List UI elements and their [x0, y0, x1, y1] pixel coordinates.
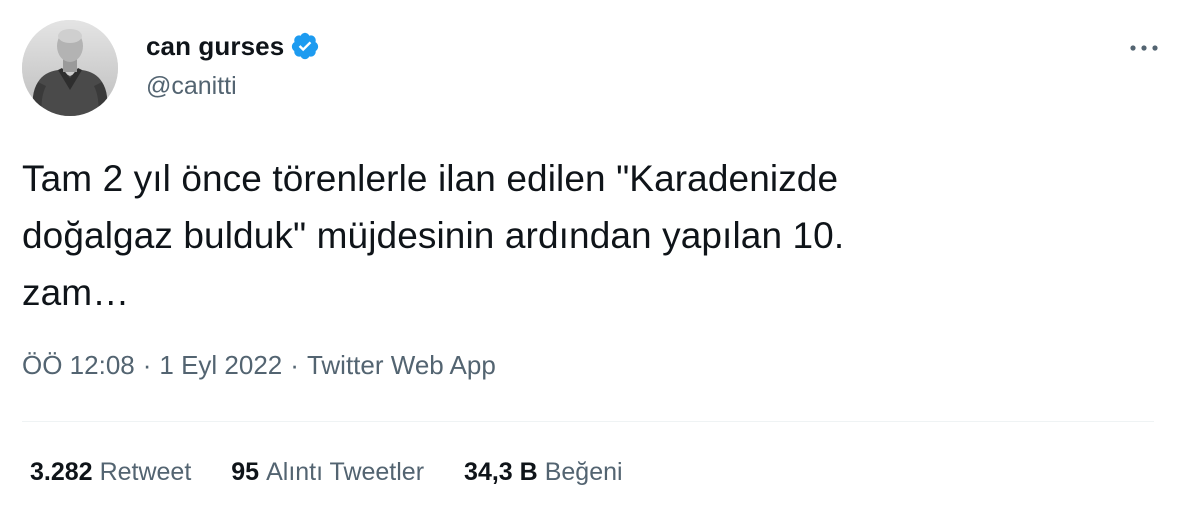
display-name-row: can gurses: [146, 26, 320, 66]
profile-photo-icon: [22, 20, 118, 116]
stat-likes[interactable]: 34,3 B Beğeni: [464, 458, 623, 487]
tweet-header: can gurses @canitti: [22, 20, 1164, 120]
stat-label: Alıntı Tweetler: [266, 458, 425, 486]
stat-count: 3.282: [30, 458, 93, 486]
divider: [22, 421, 1154, 422]
tweet-text-line: zam…: [22, 272, 130, 313]
stat-count: 95: [231, 458, 260, 486]
stat-label: Beğeni: [544, 458, 623, 486]
stat-retweets[interactable]: 3.282 Retweet: [30, 458, 191, 487]
more-horizontal-icon[interactable]: [1124, 34, 1164, 62]
tweet-card: can gurses @canitti Tam 2 yıl önce tören…: [0, 0, 1186, 524]
tweet-time[interactable]: ÖÖ 12:08: [22, 350, 135, 381]
tweet-text: Tam 2 yıl önce törenlerle ilan edilen "K…: [22, 150, 1122, 321]
tweet-date[interactable]: 1 Eyl 2022: [159, 350, 282, 381]
tweet-text-line: Tam 2 yıl önce törenlerle ilan edilen "K…: [22, 158, 839, 199]
verified-badge-icon: [290, 31, 320, 61]
tweet-source[interactable]: Twitter Web App: [307, 350, 496, 381]
meta-separator: ·: [142, 350, 152, 380]
display-name[interactable]: can gurses: [146, 31, 284, 62]
avatar[interactable]: [22, 20, 118, 116]
tweet-text-line: doğalgaz bulduk" müjdesinin ardından yap…: [22, 215, 845, 256]
stat-label: Retweet: [99, 458, 192, 486]
stat-count: 34,3 B: [464, 458, 538, 486]
meta-separator: ·: [290, 350, 299, 380]
user-handle[interactable]: @canitti: [146, 72, 320, 101]
user-names: can gurses @canitti: [146, 26, 320, 101]
tweet-stats: 3.282 Retweet 95 Alıntı Tweetler 34,3 B …: [30, 458, 663, 487]
tweet-meta: ÖÖ 12:08 · 1 Eyl 2022 · Twitter Web App: [22, 350, 496, 381]
stat-quote-tweets[interactable]: 95 Alıntı Tweetler: [231, 458, 424, 487]
